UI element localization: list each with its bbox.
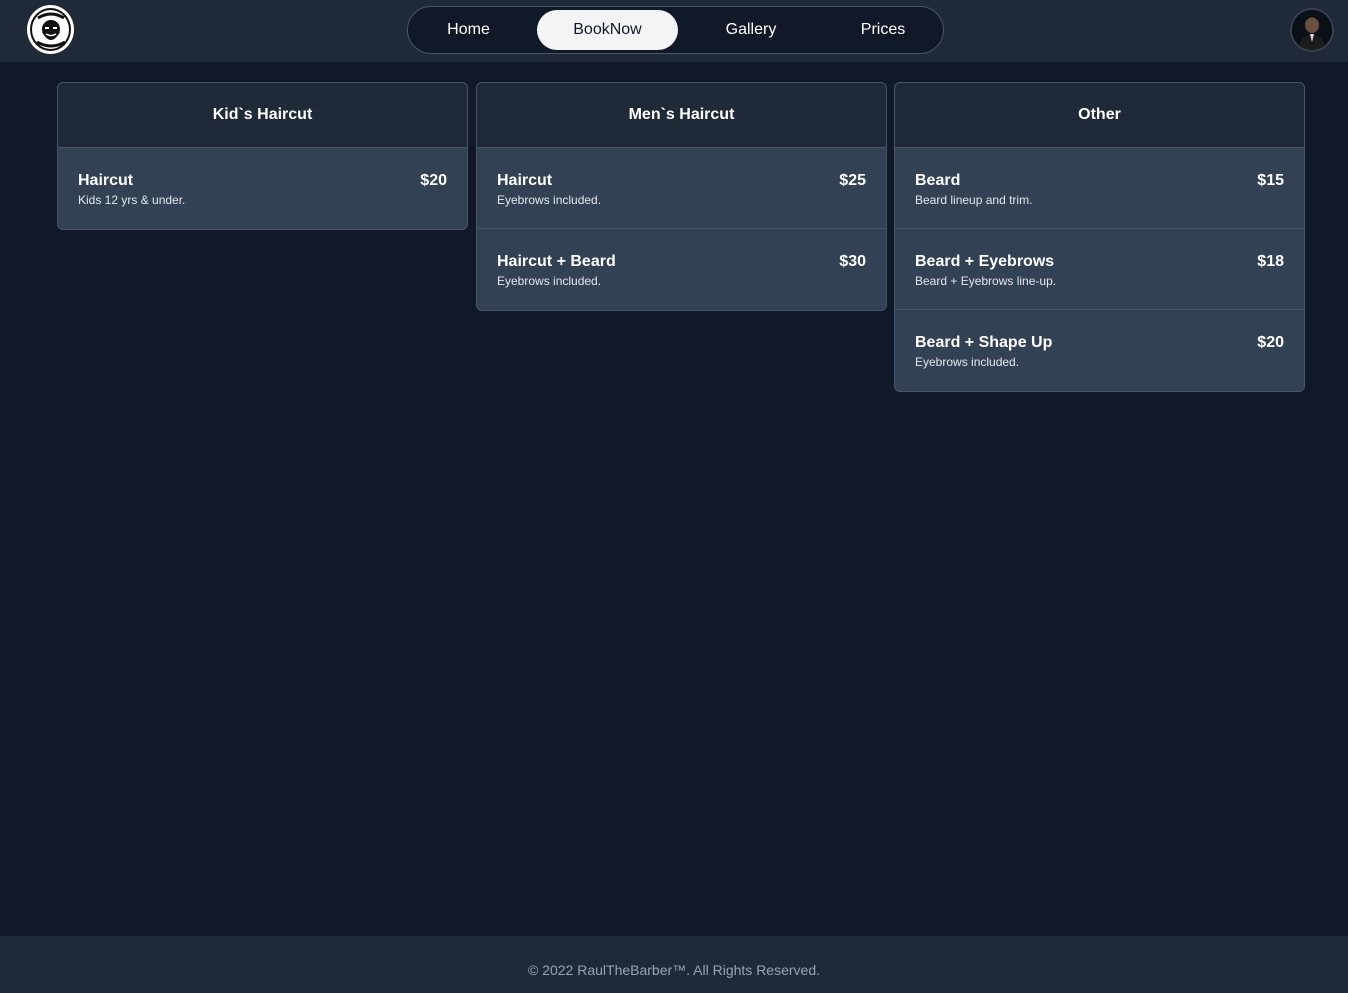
nav-booknow[interactable]: BookNow — [537, 10, 678, 50]
service-description: Beard lineup and trim. — [915, 193, 1033, 207]
service-name: Haircut + Beard — [497, 253, 616, 270]
nav-gallery[interactable]: Gallery — [701, 10, 801, 50]
price-card-kids: Kid`s Haircut Haircut Kids 12 yrs & unde… — [57, 82, 468, 230]
price-row[interactable]: Beard + Eyebrows Beard + Eyebrows line-u… — [895, 229, 1304, 310]
service-price: $18 — [1257, 253, 1284, 270]
main-nav: Home BookNow Gallery Prices — [407, 6, 944, 54]
card-title: Kid`s Haircut — [58, 83, 467, 148]
service-description: Eyebrows included. — [497, 193, 602, 207]
service-name: Beard + Shape Up — [915, 334, 1053, 351]
service-description: Beard + Eyebrows line-up. — [915, 274, 1057, 288]
copyright-text: © 2022 RaulTheBarber™. All Rights Reserv… — [527, 962, 820, 978]
service-price: $20 — [420, 172, 447, 189]
service-description: Eyebrows included. — [915, 355, 1020, 369]
page-footer: © 2022 RaulTheBarber™. All Rights Reserv… — [0, 936, 1348, 993]
price-row[interactable]: Haircut Eyebrows included. $25 — [477, 148, 886, 229]
service-description: Kids 12 yrs & under. — [78, 193, 186, 207]
card-title: Other — [895, 83, 1304, 148]
service-description: Eyebrows included. — [497, 274, 602, 288]
brand-logo[interactable] — [27, 5, 74, 54]
service-name: Beard + Eyebrows — [915, 253, 1055, 270]
person-icon — [1292, 10, 1332, 50]
service-name: Haircut — [78, 172, 134, 189]
service-name: Haircut — [497, 172, 553, 189]
price-row[interactable]: Haircut Kids 12 yrs & under. $20 — [58, 148, 467, 229]
user-avatar[interactable] — [1290, 8, 1334, 52]
service-price: $25 — [839, 172, 866, 189]
price-card-mens: Men`s Haircut Haircut Eyebrows included.… — [476, 82, 887, 311]
service-name: Beard — [915, 172, 961, 189]
price-row[interactable]: Beard + Shape Up Eyebrows included. $20 — [895, 310, 1304, 391]
price-card-other: Other Beard Beard lineup and trim. $15 B… — [894, 82, 1305, 392]
service-price: $15 — [1257, 172, 1284, 189]
price-row[interactable]: Beard Beard lineup and trim. $15 — [895, 148, 1304, 229]
service-price: $20 — [1257, 334, 1284, 351]
nav-home[interactable]: Home — [424, 10, 513, 50]
price-row[interactable]: Haircut + Beard Eyebrows included. $30 — [477, 229, 886, 310]
barber-face-icon — [30, 8, 71, 51]
service-price: $30 — [839, 253, 866, 270]
top-navbar: Home BookNow Gallery Prices — [0, 0, 1348, 62]
nav-prices[interactable]: Prices — [833, 10, 933, 50]
card-title: Men`s Haircut — [477, 83, 886, 148]
